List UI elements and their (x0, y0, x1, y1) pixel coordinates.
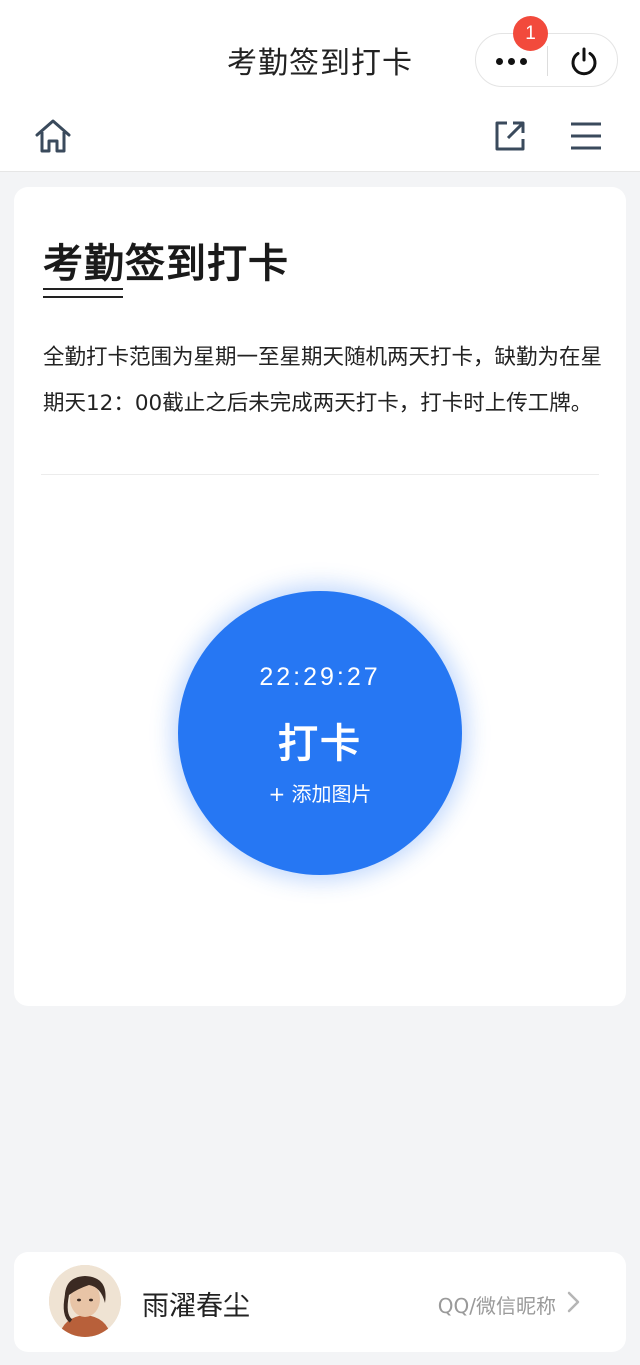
more-dots-icon (496, 57, 527, 65)
notification-badge: 1 (513, 16, 548, 51)
heading-underline (43, 296, 123, 298)
chevron-right-icon (567, 1291, 580, 1313)
share-external-icon (495, 121, 525, 151)
heading-underline (43, 288, 123, 290)
hamburger-menu-icon (571, 122, 601, 150)
home-icon (35, 119, 71, 153)
attendance-card: 考勤签到打卡 全勤打卡范围为星期一至星期天随机两天打卡，缺勤为在星期天12：00… (14, 187, 626, 1006)
close-button[interactable] (548, 34, 619, 88)
capsule-menu (475, 33, 618, 87)
punch-label: 打卡 (278, 721, 362, 767)
nav-bar (0, 100, 640, 172)
mini-program-titlebar: 考勤签到打卡 1 (0, 0, 640, 100)
rules-description: 全勤打卡范围为星期一至星期天随机两天打卡，缺勤为在星期天12：00截止之后未完成… (43, 345, 603, 416)
user-profile-bar[interactable]: 雨濯春尘 QQ/微信昵称 (14, 1252, 626, 1352)
current-time: 22:29:27 (259, 663, 381, 691)
card-heading: 考勤签到打卡 (43, 241, 289, 287)
avatar (49, 1265, 121, 1337)
menu-button[interactable] (564, 114, 608, 158)
punch-in-button[interactable]: 22:29:27 打卡 + 添加图片 (178, 591, 462, 875)
user-name: 雨濯春尘 (142, 1291, 250, 1322)
home-button[interactable] (31, 114, 75, 158)
share-button[interactable] (488, 114, 532, 158)
divider (41, 474, 599, 475)
nickname-hint: QQ/微信昵称 (437, 1294, 556, 1318)
power-icon (571, 47, 596, 76)
add-image-link[interactable]: + 添加图片 (178, 778, 462, 807)
